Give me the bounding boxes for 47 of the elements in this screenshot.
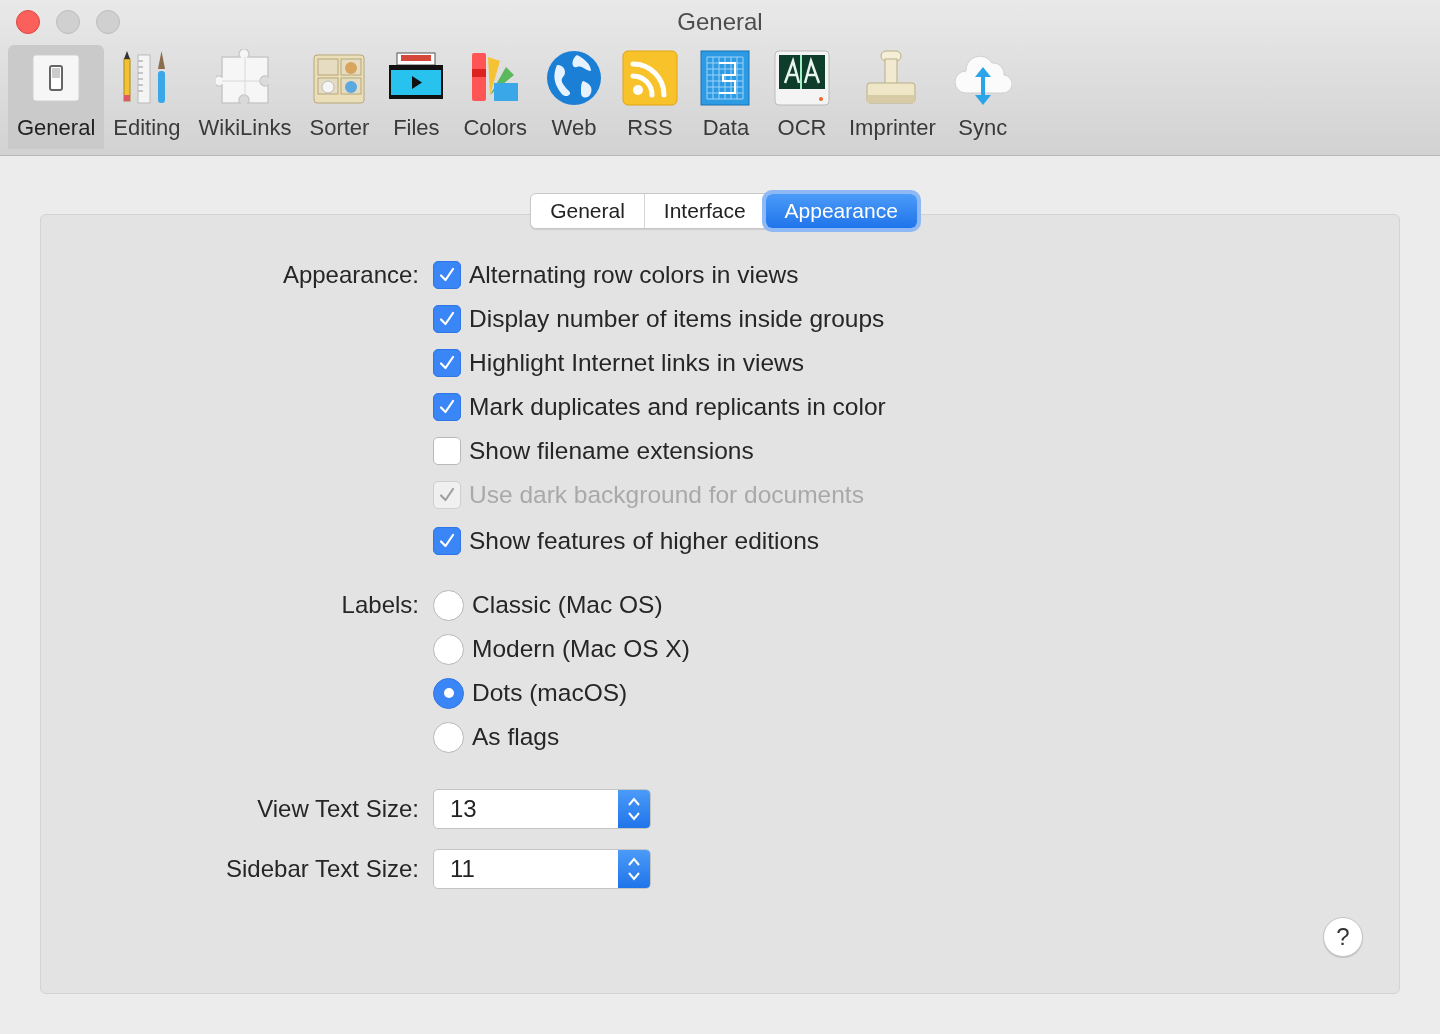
help-button[interactable]: ? — [1323, 917, 1363, 957]
radio-button[interactable] — [433, 589, 464, 621]
window-title: General — [677, 8, 763, 35]
checkbox[interactable] — [433, 437, 461, 465]
radio-button[interactable] — [433, 633, 464, 665]
toolbar-tab[interactable]: General — [8, 45, 105, 149]
scanner-screen-icon — [772, 49, 831, 107]
radio-label: Modern (Mac OS X) — [472, 633, 690, 664]
checkbox-label: Show filename extensions — [469, 435, 754, 466]
field-label: Appearance: — [282, 261, 419, 288]
toolbar-tab[interactable]: OCR — [763, 45, 840, 149]
tab[interactable]: Interface — [644, 194, 766, 228]
rss-icon — [620, 49, 679, 107]
radio-button[interactable] — [433, 677, 464, 709]
toolbar-tab[interactable]: WikiLinks — [189, 45, 301, 149]
radio-label: Classic (Mac OS) — [472, 589, 663, 620]
toolbar-tab[interactable]: Editing — [104, 45, 190, 149]
checkbox-label: Use dark background for documents — [469, 479, 864, 510]
field-label: Labels: — [341, 591, 419, 618]
radio-button[interactable] — [433, 721, 464, 753]
tab[interactable]: General — [531, 194, 645, 228]
checkbox-label: Mark duplicates and replicants in color — [469, 391, 886, 422]
checkbox-label: Alternating row colors in views — [469, 259, 799, 290]
toolbar-tab[interactable]: Sorter — [300, 45, 379, 149]
checkbox[interactable] — [433, 261, 461, 289]
radio-label: As flags — [472, 721, 560, 752]
globe-icon — [544, 49, 603, 107]
checkbox[interactable] — [433, 393, 461, 421]
toolbar-tab[interactable]: RSS — [611, 45, 688, 149]
checkbox-label: Show features of higher editions — [469, 525, 820, 556]
radio-label: Dots (macOS) — [472, 677, 628, 708]
toolbar-tab[interactable]: Sync — [944, 45, 1021, 149]
field-label: Sidebar Text Size: — [226, 855, 419, 882]
checkbox[interactable] — [433, 305, 461, 333]
checkbox[interactable] — [433, 349, 461, 377]
checkbox-label: Display number of items inside groups — [469, 303, 885, 334]
toolbar-tab[interactable]: Imprinter — [839, 45, 945, 149]
checkbox-label: Highlight Internet links in views — [469, 347, 804, 378]
close-button[interactable] — [16, 10, 40, 34]
size-select[interactable]: 11 — [433, 849, 651, 889]
toolbar-tab[interactable]: Web — [535, 45, 612, 149]
field-label: View Text Size: — [257, 795, 419, 822]
toolbar-tab[interactable]: Colors — [454, 45, 536, 149]
toolbar-tab[interactable]: Data — [687, 45, 764, 149]
checkbox[interactable] — [433, 527, 461, 555]
size-select[interactable]: 13 — [433, 789, 651, 829]
toolbar-tab[interactable]: Files — [378, 45, 455, 149]
